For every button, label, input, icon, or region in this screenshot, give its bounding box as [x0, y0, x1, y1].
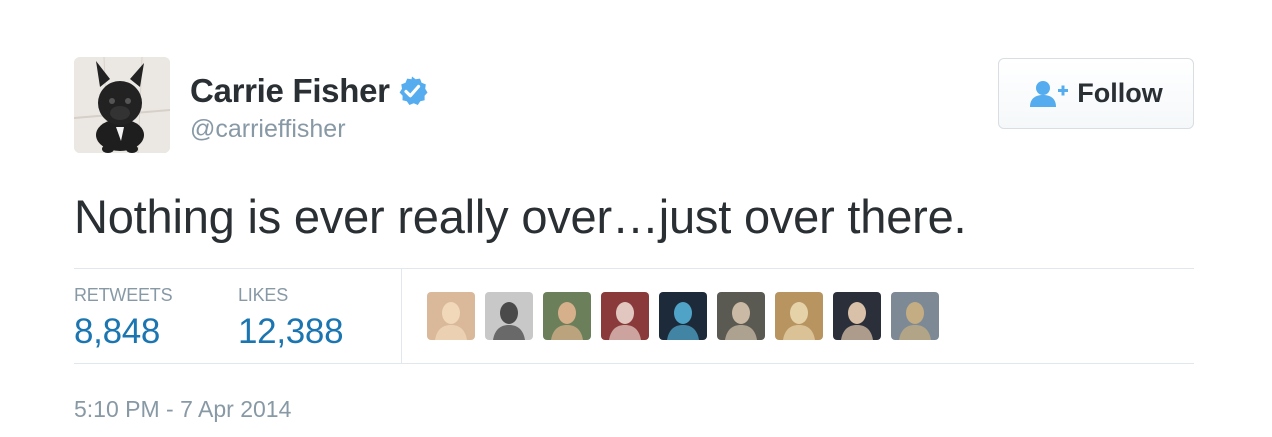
- follow-button[interactable]: Follow: [998, 58, 1194, 129]
- liker-avatar-icon: [485, 292, 533, 340]
- screen-name[interactable]: @carrieffisher: [190, 115, 428, 144]
- liker-avatar-9[interactable]: [891, 292, 939, 340]
- likes-stat[interactable]: LIKES 12,388: [238, 285, 344, 352]
- liker-avatar-icon: [427, 292, 475, 340]
- retweets-label: RETWEETS: [74, 285, 173, 305]
- liker-avatar-5[interactable]: [659, 292, 707, 340]
- author-names: Carrie Fisher @carrieffisher: [190, 71, 428, 144]
- liker-avatar-icon: [833, 292, 881, 340]
- liker-avatar-4[interactable]: [601, 292, 649, 340]
- liker-avatar-icon: [891, 292, 939, 340]
- verified-badge-icon: [396, 75, 428, 107]
- liker-avatar-icon: [775, 292, 823, 340]
- liker-avatar-3[interactable]: [543, 292, 591, 340]
- display-name[interactable]: Carrie Fisher: [190, 72, 390, 110]
- dog-photo-avatar-icon: [74, 57, 170, 153]
- likes-label: LIKES: [238, 285, 289, 305]
- tweet-text: Nothing is ever really over…just over th…: [74, 190, 967, 243]
- retweets-count: 8,848: [74, 312, 161, 351]
- retweets-stat[interactable]: RETWEETS 8,848: [74, 285, 173, 352]
- liker-avatar-6[interactable]: [717, 292, 765, 340]
- author-avatar[interactable]: [74, 57, 170, 153]
- liker-avatars: [427, 292, 949, 340]
- liker-avatar-1[interactable]: [427, 292, 475, 340]
- liker-avatar-icon: [543, 292, 591, 340]
- tweet-stats: RETWEETS 8,848 LIKES 12,388: [74, 268, 1194, 364]
- tweet-timestamp[interactable]: 5:10 PM - 7 Apr 2014: [74, 396, 291, 423]
- liker-avatar-8[interactable]: [833, 292, 881, 340]
- liker-avatar-icon: [601, 292, 649, 340]
- liker-avatar-7[interactable]: [775, 292, 823, 340]
- liker-avatar-icon: [659, 292, 707, 340]
- follow-user-icon: [1029, 80, 1069, 108]
- tweet-card: Carrie Fisher @carrieffisher Follow Noth…: [74, 57, 1194, 422]
- liker-avatar-2[interactable]: [485, 292, 533, 340]
- stats-divider: [401, 269, 402, 363]
- display-name-row: Carrie Fisher: [190, 71, 428, 111]
- liker-avatar-icon: [717, 292, 765, 340]
- tweet-header: Carrie Fisher @carrieffisher Follow: [74, 57, 1194, 157]
- likes-count: 12,388: [238, 312, 344, 351]
- follow-button-label: Follow: [1077, 78, 1163, 108]
